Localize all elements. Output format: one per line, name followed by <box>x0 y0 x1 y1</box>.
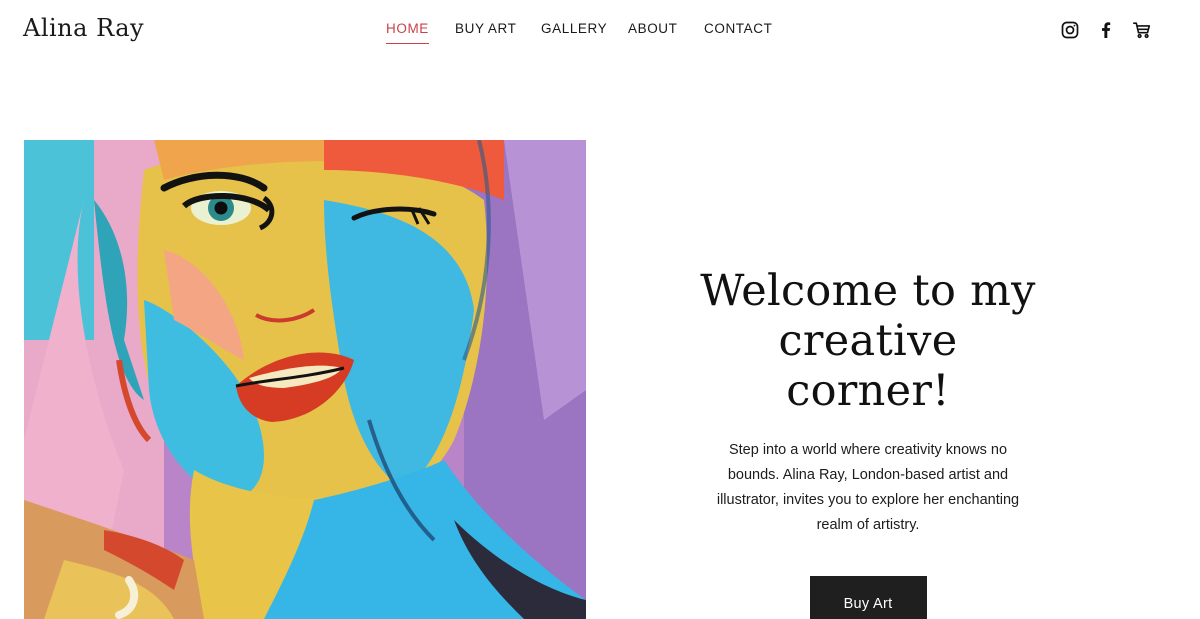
nav-home[interactable]: HOME <box>386 21 429 44</box>
nav-about[interactable]: ABOUT <box>628 21 678 36</box>
nav-gallery[interactable]: GALLERY <box>541 21 607 36</box>
hero-title-line-1: Welcome to my <box>700 266 1036 316</box>
buy-art-button[interactable]: Buy Art <box>809 576 927 619</box>
hero-painting <box>24 140 586 619</box>
hero-copy: Welcome to my creative corner! Step into… <box>700 266 1036 619</box>
facebook-icon[interactable] <box>1096 20 1116 40</box>
hero-title: Welcome to my creative corner! <box>700 266 1036 416</box>
hero-title-line-2: creative corner! <box>778 316 958 416</box>
nav-buy-art[interactable]: BUY ART <box>455 21 516 36</box>
hero-description: Step into a world where creativity knows… <box>716 442 1020 533</box>
header-icons <box>1060 20 1152 40</box>
site-logo[interactable]: Alina Ray <box>23 14 144 42</box>
instagram-icon[interactable] <box>1060 20 1080 40</box>
nav-contact[interactable]: CONTACT <box>704 21 772 36</box>
cart-icon[interactable] <box>1132 20 1152 40</box>
